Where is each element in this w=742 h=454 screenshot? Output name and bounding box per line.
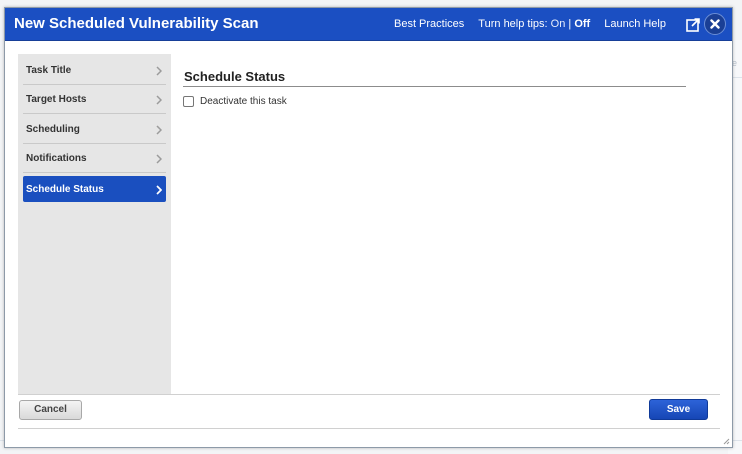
save-button[interactable]: Save xyxy=(649,399,708,420)
popout-button[interactable] xyxy=(683,15,702,34)
help-tips-label: Turn help tips: xyxy=(478,18,548,30)
sidebar-item-label: Target Hosts xyxy=(26,94,87,105)
deactivate-task-label[interactable]: Deactivate this task xyxy=(200,96,287,107)
sidebar-item-target-hosts[interactable]: Target Hosts xyxy=(23,86,166,114)
sidebar-item-label: Notifications xyxy=(26,153,87,164)
sidebar-item-label: Schedule Status xyxy=(26,184,104,195)
sidebar-item-notifications[interactable]: Notifications xyxy=(23,145,166,173)
close-button[interactable] xyxy=(704,13,726,35)
titlebar-links: Best Practices Turn help tips: On | Off La… xyxy=(394,18,666,30)
sidebar-item-schedule-status[interactable]: Schedule Status xyxy=(23,176,166,202)
dialog-titlebar: New Scheduled Vulnerability Scan Best Pr… xyxy=(5,8,732,41)
resize-grip-icon[interactable] xyxy=(722,437,730,445)
sidebar-item-label: Scheduling xyxy=(26,124,80,135)
launch-help-link[interactable]: Launch Help xyxy=(604,18,666,30)
chevron-right-icon xyxy=(156,125,162,135)
wizard-sidebar: Task Title Target Hosts Scheduling Notif… xyxy=(18,54,171,394)
chevron-right-icon xyxy=(156,154,162,164)
dialog-title: New Scheduled Vulnerability Scan xyxy=(14,15,259,32)
cancel-button[interactable]: Cancel xyxy=(19,400,82,420)
deactivate-task-row: Deactivate this task xyxy=(183,96,287,107)
chevron-right-icon xyxy=(156,95,162,105)
sidebar-item-task-title[interactable]: Task Title xyxy=(23,57,166,85)
chevron-right-icon xyxy=(156,185,162,195)
help-tips-off-link[interactable]: Off xyxy=(574,18,590,30)
chevron-right-icon xyxy=(156,66,162,76)
help-tips-on-link[interactable]: On xyxy=(551,18,566,30)
best-practices-link[interactable]: Best Practices xyxy=(394,18,464,30)
help-tips-separator: | xyxy=(568,18,572,30)
external-link-icon xyxy=(685,17,700,32)
sidebar-item-label: Task Title xyxy=(26,65,72,76)
sidebar-item-scheduling[interactable]: Scheduling xyxy=(23,116,166,144)
section-divider xyxy=(183,86,686,87)
deactivate-task-checkbox[interactable] xyxy=(183,96,194,107)
scan-dialog: New Scheduled Vulnerability Scan Best Pr… xyxy=(4,7,733,448)
footer-divider xyxy=(18,428,720,429)
close-icon xyxy=(710,19,720,29)
section-title: Schedule Status xyxy=(184,69,286,84)
footer-divider xyxy=(18,394,720,395)
